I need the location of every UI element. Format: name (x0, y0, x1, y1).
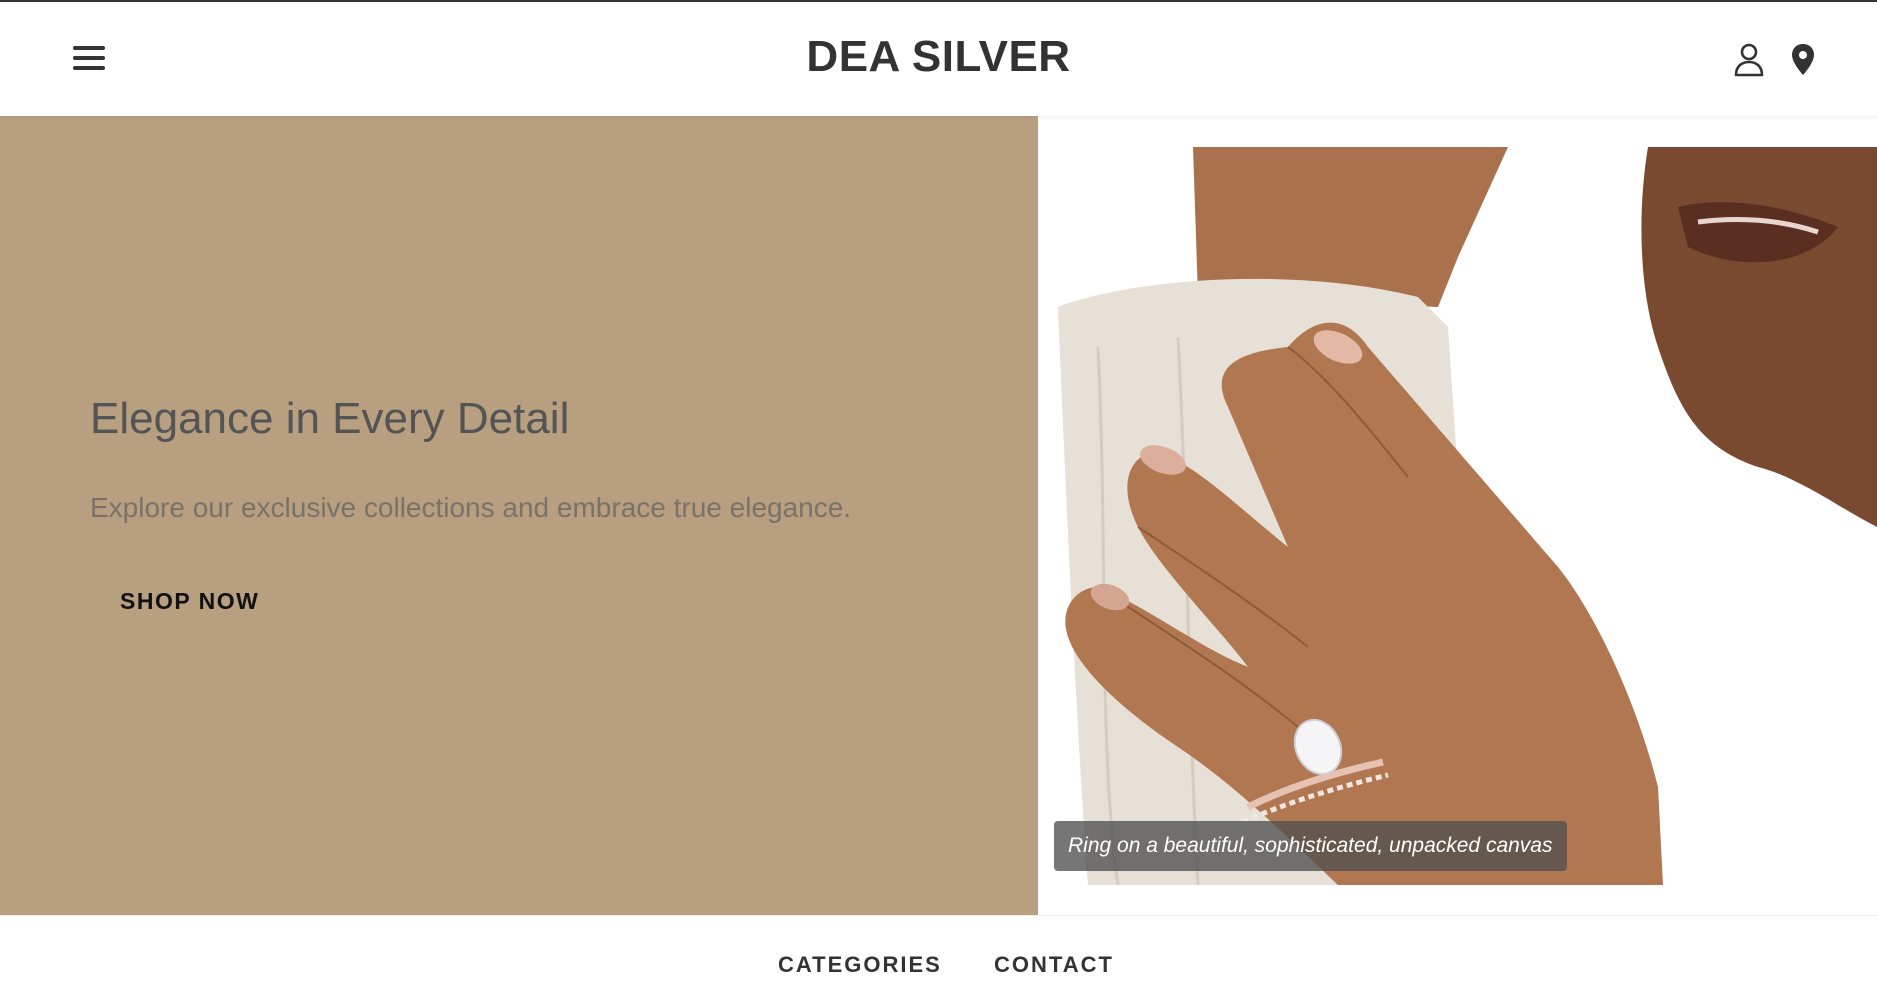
bottom-navigation: CATEGORIES CONTACT (0, 915, 1877, 989)
hamburger-menu-icon[interactable] (70, 42, 108, 74)
user-account-icon[interactable] (1732, 42, 1766, 78)
image-caption: Ring on a beautiful, sophisticated, unpa… (1054, 821, 1567, 871)
menu-bar (73, 66, 105, 70)
ring-hand-illustration (1058, 147, 1877, 885)
nav-contact-link[interactable]: CONTACT (994, 952, 1114, 978)
brand-logo: DEA SILVER (0, 32, 1877, 82)
location-pin-icon[interactable] (1786, 42, 1820, 78)
menu-bar (73, 46, 105, 50)
hero-text-panel: Elegance in Every Detail Explore our exc… (0, 116, 1038, 915)
nav-categories-link[interactable]: CATEGORIES (778, 952, 942, 978)
hero-title: Elegance in Every Detail (90, 394, 570, 443)
shop-now-button[interactable]: SHOP NOW (90, 576, 289, 626)
site-header: DEA SILVER (0, 2, 1877, 116)
brand-name[interactable]: DEA SILVER (806, 32, 1070, 81)
location-icon-glyph (1792, 44, 1814, 75)
hero-ring-photo[interactable]: Ring on a beautiful, sophisticated, unpa… (1038, 147, 1877, 885)
user-icon-glyph (1734, 43, 1764, 77)
hero-subtitle: Explore our exclusive collections and em… (90, 492, 852, 523)
menu-bar (73, 56, 105, 60)
hero-image-panel: Ring on a beautiful, sophisticated, unpa… (1038, 116, 1877, 915)
